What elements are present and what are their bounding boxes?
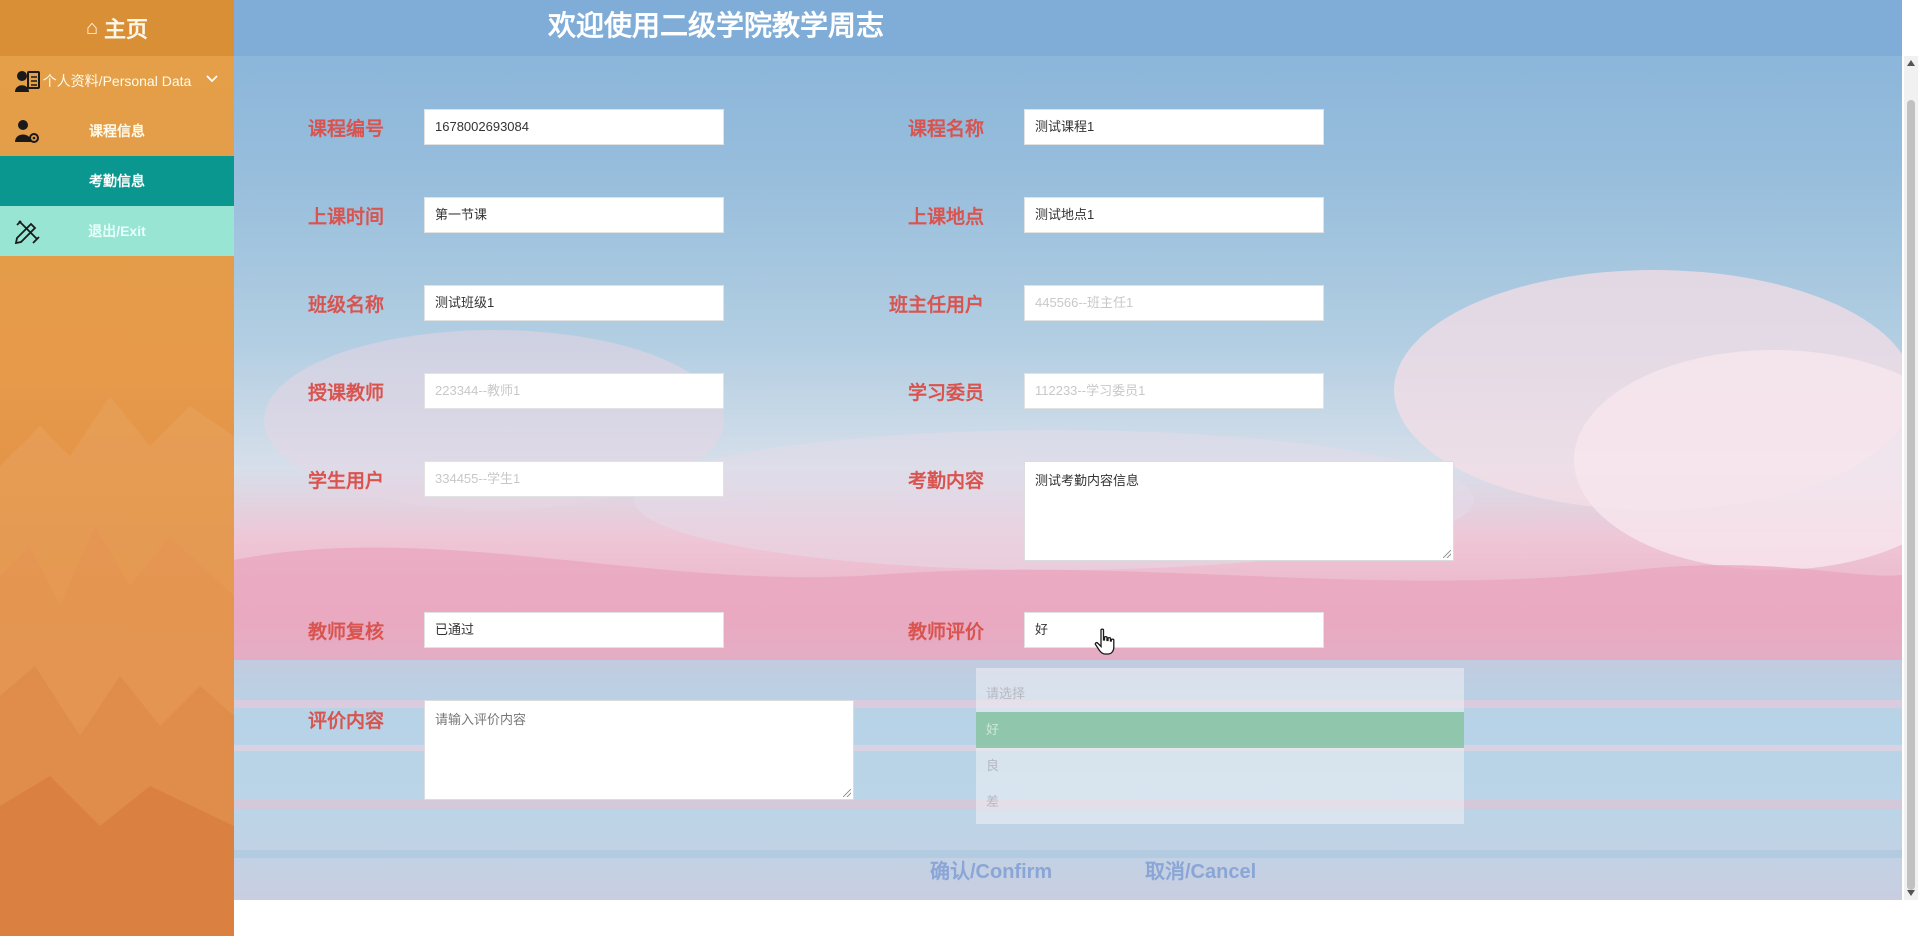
page-scrollbar[interactable]	[1904, 56, 1918, 900]
sidebar-item-attendance-info[interactable]: 考勤信息	[0, 156, 234, 206]
rating-option-fair[interactable]: 良	[976, 748, 1464, 784]
class-time-input[interactable]: 第一节课	[424, 197, 724, 233]
resize-grip-icon[interactable]	[843, 789, 851, 797]
comment-textarea[interactable]: 请输入评价内容	[424, 700, 854, 800]
confirm-button[interactable]: 确认/Confirm	[930, 855, 1052, 884]
sidebar-item-label: 考勤信息	[89, 173, 145, 189]
course-no-input[interactable]: 1678002693084	[424, 109, 724, 145]
user-card-icon	[15, 71, 40, 92]
class-name-label: 班级名称	[307, 295, 384, 316]
pencil-ruler-icon	[14, 220, 40, 244]
head-teacher-label: 班主任用户	[888, 295, 984, 316]
user-gear-icon	[15, 120, 39, 143]
sidebar: ⌂ 主页 个人资料/Personal Data 课程信息 考勤信息 退出/Exi…	[0, 0, 234, 936]
rating-option-poor[interactable]: 差	[976, 784, 1464, 820]
student-label: 学生用户	[307, 471, 384, 492]
sidebar-item-course-info[interactable]: 课程信息	[0, 106, 234, 156]
comment-placeholder: 请输入评价内容	[435, 712, 527, 727]
sidebar-item-exit[interactable]: 退出/Exit	[0, 206, 234, 256]
teacher-review-input[interactable]: 已通过	[424, 612, 724, 648]
attendance-content-label: 考勤内容	[907, 471, 984, 492]
student-input[interactable]: 334455--学生1	[424, 461, 724, 497]
attendance-content-textarea[interactable]: 测试考勤内容信息	[1024, 461, 1454, 561]
study-committee-input[interactable]: 112233--学习委员1	[1024, 373, 1324, 409]
study-committee-label: 学习委员	[907, 383, 984, 404]
teacher-label: 授课教师	[307, 383, 384, 404]
teacher-rating-select[interactable]: 好	[1024, 612, 1324, 648]
teacher-input[interactable]: 223344--教师1	[424, 373, 724, 409]
head-teacher-input[interactable]: 445566--班主任1	[1024, 285, 1324, 321]
hand-pointer-cursor-icon	[1094, 628, 1115, 655]
chevron-down-icon	[206, 75, 218, 83]
class-name-input[interactable]: 测试班级1	[424, 285, 724, 321]
teacher-rating-dropdown: 请选择 好 良 差	[976, 668, 1464, 824]
class-place-input[interactable]: 测试地点1	[1024, 197, 1324, 233]
scroll-up-arrow-icon[interactable]	[1907, 60, 1915, 66]
teacher-rating-label: 教师评价	[907, 622, 984, 643]
page-title: 欢迎使用二级学院教学周志	[547, 10, 884, 41]
course-name-label: 课程名称	[907, 119, 984, 140]
resize-grip-icon[interactable]	[1443, 550, 1451, 558]
course-no-label: 课程编号	[307, 119, 384, 140]
class-time-label: 上课时间	[307, 207, 384, 228]
scrollbar-thumb[interactable]	[1907, 100, 1915, 890]
comment-label: 评价内容	[307, 711, 384, 732]
sidebar-mountain-background	[0, 396, 234, 936]
teacher-review-label: 教师复核	[307, 622, 384, 643]
rating-option-good[interactable]: 好	[976, 712, 1464, 748]
scroll-down-arrow-icon[interactable]	[1907, 890, 1915, 896]
attendance-content-text: 测试考勤内容信息	[1035, 473, 1140, 488]
rating-option-placeholder[interactable]: 请选择	[976, 676, 1464, 712]
sidebar-item-personal-data[interactable]: 个人资料/Personal Data	[0, 56, 234, 106]
cancel-button[interactable]: 取消/Cancel	[1145, 855, 1256, 884]
class-place-label: 上课地点	[907, 207, 984, 228]
course-name-input[interactable]: 测试课程1	[1024, 109, 1324, 145]
